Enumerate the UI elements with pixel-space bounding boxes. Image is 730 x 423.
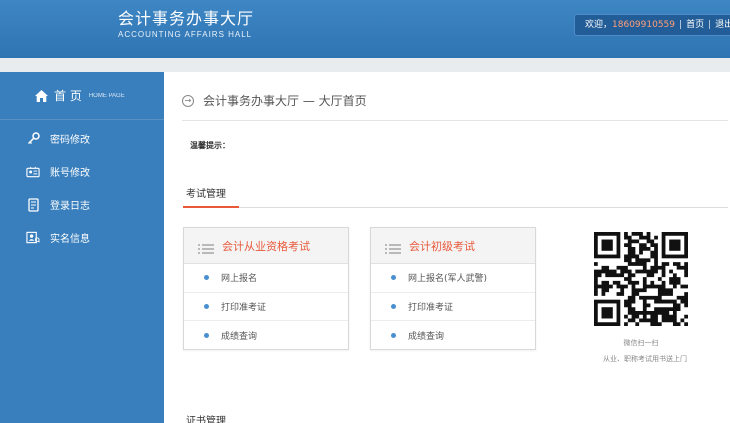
top-header: 会计事务办事大厅 ACCOUNTING AFFAIRS HALL 欢迎，1860… <box>0 0 730 58</box>
card-link-score[interactable]: 成绩查询 <box>184 321 348 350</box>
key-icon <box>26 132 40 146</box>
qr-caption-promo: 从业、职称考试用书送上门 <box>603 355 687 363</box>
logout-link[interactable]: 退出 <box>715 20 730 30</box>
divider: | <box>708 20 712 30</box>
id-card-icon <box>26 165 40 179</box>
site-subtitle: ACCOUNTING AFFAIRS HALL <box>118 30 253 39</box>
card-link-label: 打印准考证 <box>221 302 267 313</box>
list-icon <box>198 240 214 254</box>
exam-card-practice: 会计从业资格考试 网上报名 打印准考证 成绩查询 <box>183 227 349 350</box>
header-strip <box>0 58 730 72</box>
log-icon <box>26 197 40 212</box>
home-label-en: HOME PAGE <box>88 92 125 99</box>
sidebar-item-label: 登录日志 <box>50 201 90 212</box>
arrow-circle-icon: → <box>182 94 194 107</box>
sidebar-item-home[interactable]: 首 页 HOME PAGE <box>0 72 164 120</box>
divider: | <box>679 20 683 30</box>
card-title: 会计从业资格考试 <box>222 239 310 253</box>
card-header[interactable]: 会计从业资格考试 <box>184 228 348 264</box>
divider <box>183 207 728 208</box>
card-title: 会计初级考试 <box>409 239 475 253</box>
card-link-label: 网上报名(军人武警) <box>408 274 488 285</box>
user-bar: 欢迎，18609910559 | 首页 | 退出 <box>574 14 730 36</box>
card-link-register-military[interactable]: 网上报名(军人武警) <box>371 264 535 293</box>
sidebar: 首 页 HOME PAGE 密码修改 账号修改 登录日志 实名信息 <box>0 72 164 423</box>
sidebar-item-label: 密码修改 <box>50 135 90 146</box>
list-icon <box>385 240 401 254</box>
qr-caption: 微信扫一扫 <box>623 339 659 347</box>
breadcrumb-text: 会计事务办事大厅 — 大厅首页 <box>203 94 367 108</box>
card-link-score[interactable]: 成绩查询 <box>371 321 535 350</box>
bullet-icon <box>204 303 209 309</box>
section-accent <box>183 206 239 208</box>
bullet-icon <box>204 275 209 281</box>
site-title: 会计事务办事大厅 <box>118 9 255 28</box>
sidebar-item-password[interactable]: 密码修改 <box>0 122 164 155</box>
card-link-print-admission[interactable]: 打印准考证 <box>184 293 348 321</box>
sidebar-item-label: 账号修改 <box>50 168 90 179</box>
section-title-exam: 考试管理 <box>186 189 226 200</box>
card-link-label: 成绩查询 <box>408 331 445 342</box>
welcome-text: 欢迎， <box>585 20 613 30</box>
home-icon <box>34 89 49 103</box>
bullet-icon <box>391 332 396 338</box>
home-label: 首 页 <box>54 89 82 103</box>
breadcrumb: → 会计事务办事大厅 — 大厅首页 <box>182 92 367 109</box>
tip-label: 温馨提示： <box>190 141 230 150</box>
user-phone: 18609910559 <box>612 20 676 30</box>
card-header[interactable]: 会计初级考试 <box>371 228 535 264</box>
card-link-label: 网上报名 <box>221 274 258 285</box>
exam-card-junior: 会计初级考试 网上报名(军人武警) 打印准考证 成绩查询 <box>370 227 536 350</box>
home-link[interactable]: 首页 <box>686 20 704 30</box>
card-link-label: 成绩查询 <box>221 331 258 342</box>
sidebar-item-label: 实名信息 <box>50 234 90 245</box>
card-link-print-admission[interactable]: 打印准考证 <box>371 293 535 321</box>
user-info-icon <box>26 231 40 245</box>
bullet-icon <box>391 275 396 281</box>
sidebar-item-realname[interactable]: 实名信息 <box>0 221 164 254</box>
card-link-register[interactable]: 网上报名 <box>184 264 348 293</box>
bullet-icon <box>204 332 209 338</box>
sidebar-item-account[interactable]: 账号修改 <box>0 155 164 188</box>
wechat-qr-code-icon <box>594 232 688 326</box>
brand: 会计事务办事大厅 ACCOUNTING AFFAIRS HALL <box>118 10 254 41</box>
card-link-label: 打印准考证 <box>408 302 454 313</box>
divider <box>182 120 728 121</box>
sidebar-item-login-log[interactable]: 登录日志 <box>0 188 164 221</box>
bullet-icon <box>391 303 396 309</box>
section-title-certificate: 证书管理 <box>186 416 226 423</box>
